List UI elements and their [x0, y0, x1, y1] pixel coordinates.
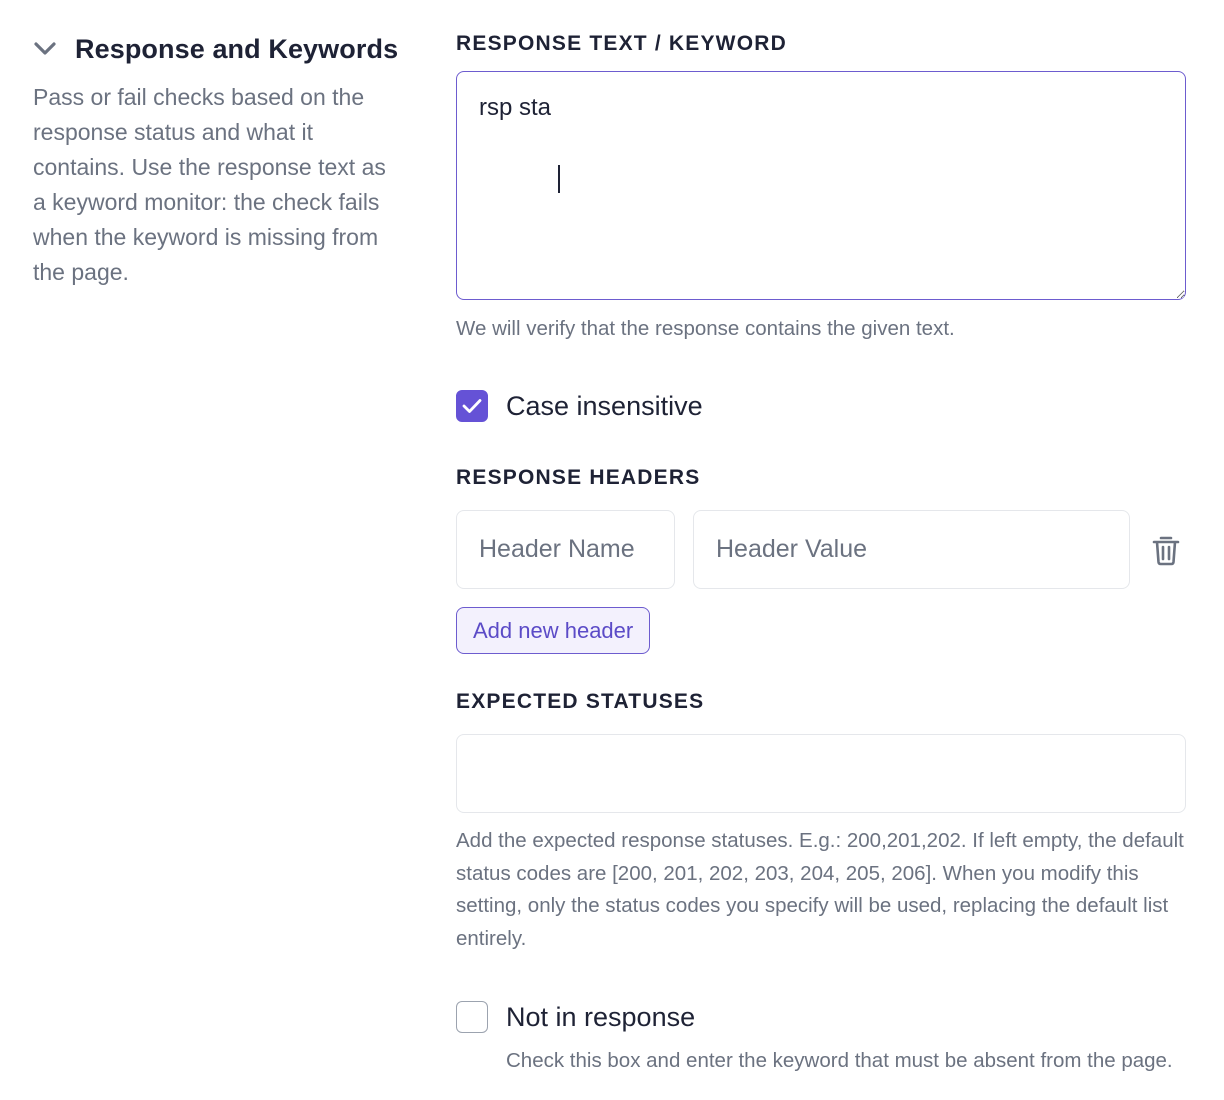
section-title: Response and Keywords: [75, 33, 399, 64]
response-text-wrapper: rsp sta: [456, 71, 1186, 300]
section-form: RESPONSE TEXT / KEYWORD rsp sta We will …: [456, 28, 1186, 1076]
response-text-input[interactable]: rsp sta: [456, 71, 1186, 300]
section-description: Pass or fail checks based on the respons…: [33, 84, 386, 285]
not-in-response-checkbox[interactable]: [456, 1001, 488, 1033]
not-in-response-label: Not in response: [506, 1001, 696, 1032]
not-in-response-helper: Check this box and enter the keyword tha…: [506, 1049, 1173, 1072]
not-in-response-option[interactable]: Not in response: [456, 995, 1186, 1039]
header-name-input[interactable]: [456, 510, 675, 589]
response-text-label: RESPONSE TEXT / KEYWORD: [456, 32, 787, 55]
add-header-button[interactable]: Add new header: [456, 607, 651, 654]
header-value-input[interactable]: [693, 510, 1131, 589]
expected-statuses-input[interactable]: [456, 734, 1186, 813]
response-text-helper: We will verify that the response contain…: [456, 317, 955, 340]
case-insensitive-checkbox[interactable]: [456, 390, 488, 422]
header-row: [456, 510, 1186, 589]
expected-statuses-label: EXPECTED STATUSES: [456, 690, 705, 713]
response-keywords-settings: Response and Keywords Pass or fail check…: [0, 0, 1224, 1100]
expected-statuses-helper: Add the expected response statuses. E.g.…: [456, 829, 1184, 950]
chevron-down-icon[interactable]: [33, 37, 57, 61]
trash-icon[interactable]: [1146, 530, 1186, 570]
check-icon: [462, 399, 482, 413]
response-headers-label: RESPONSE HEADERS: [456, 466, 701, 489]
case-insensitive-option[interactable]: Case insensitive: [456, 384, 1186, 428]
section-toggle[interactable]: Response and Keywords: [33, 28, 408, 70]
text-caret: [558, 165, 560, 193]
section-intro: Response and Keywords Pass or fail check…: [33, 28, 408, 290]
case-insensitive-label: Case insensitive: [506, 390, 703, 421]
